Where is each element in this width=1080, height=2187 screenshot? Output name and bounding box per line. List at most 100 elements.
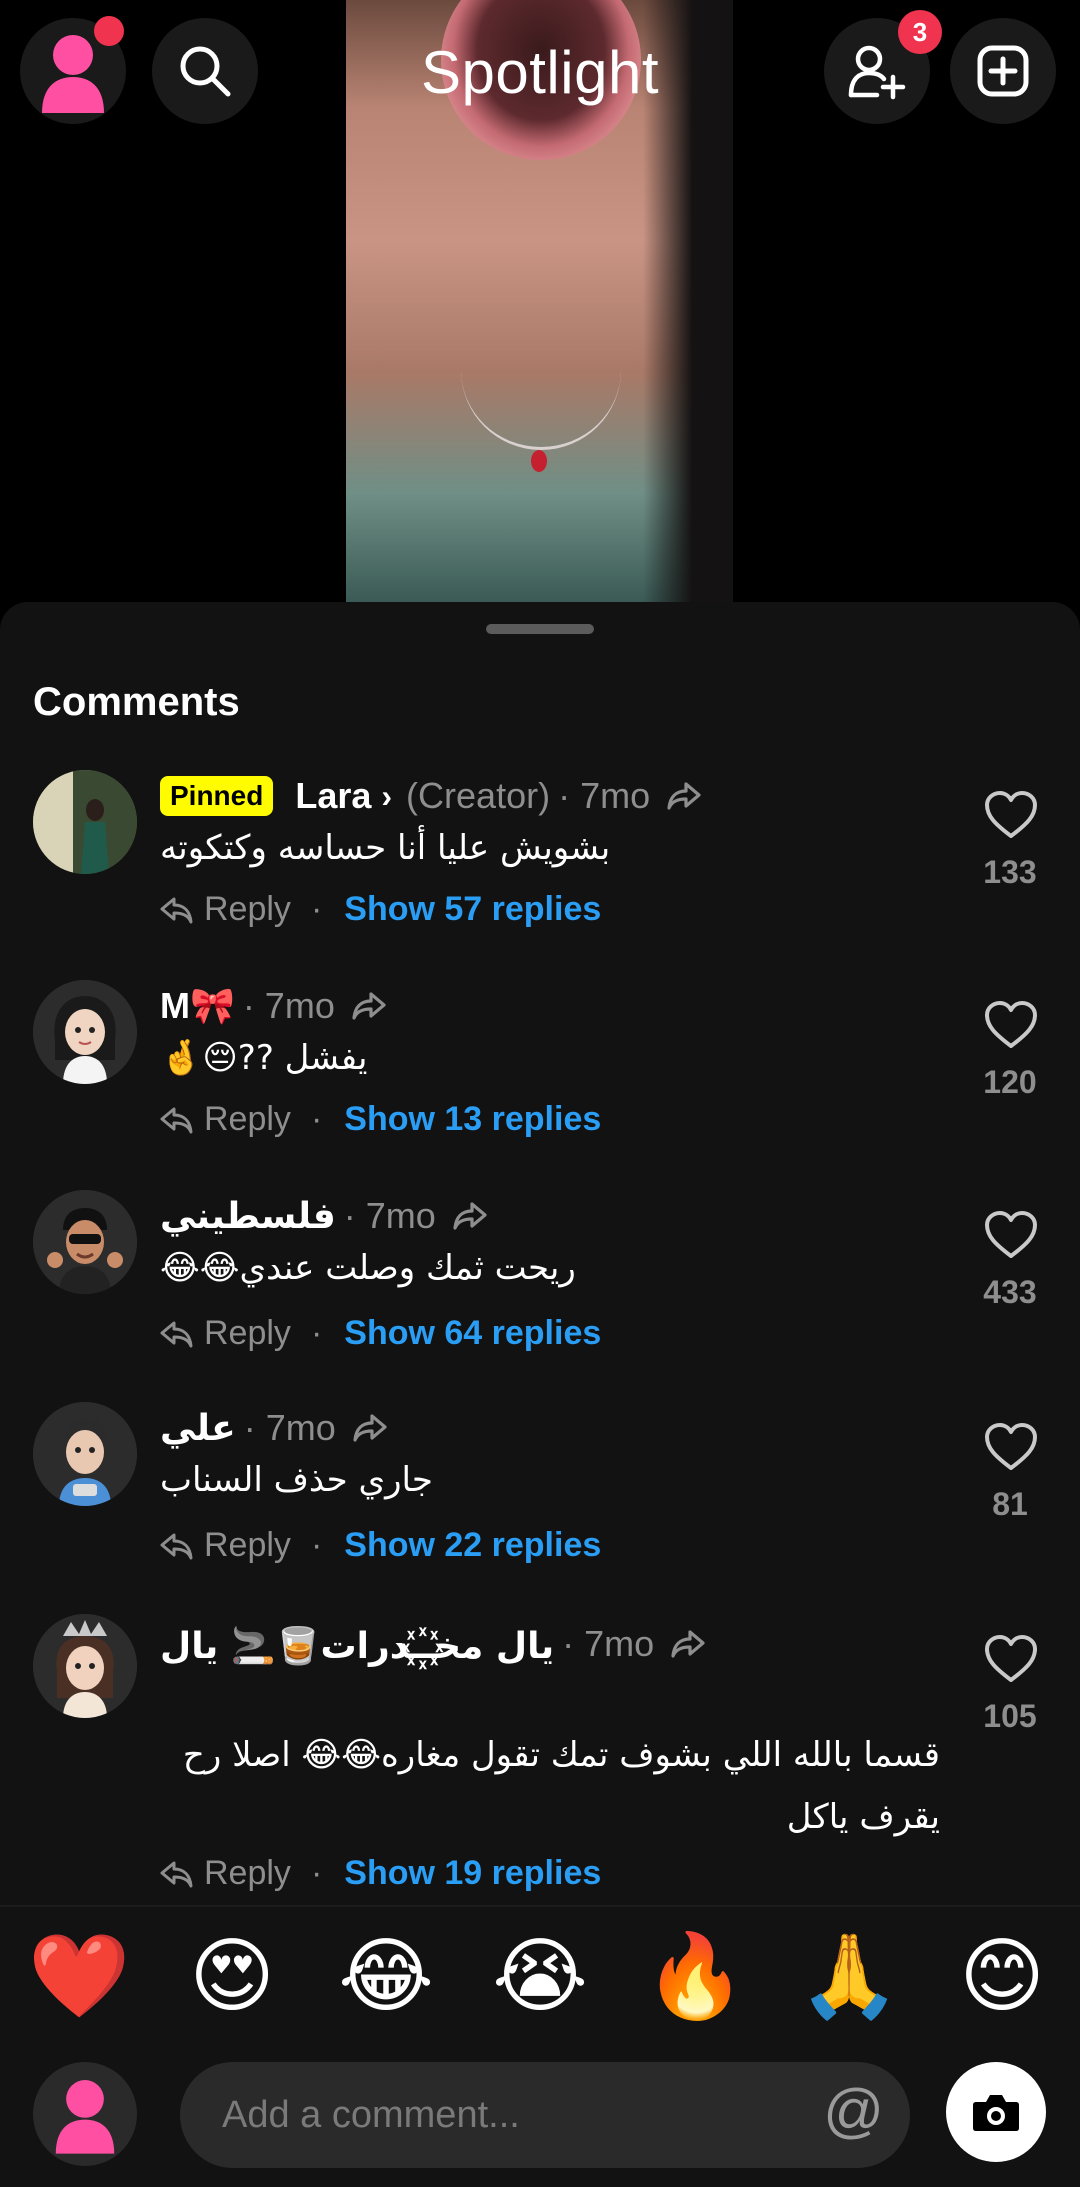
show-replies-link[interactable]: Show 22 replies [344, 1526, 601, 1565]
commenter-avatar[interactable] [33, 1190, 137, 1294]
composer-panel: ❤️ 😍 😂 😭 🔥 🙏 😊 @ [0, 1905, 1080, 2187]
separator-dot: · [310, 1314, 323, 1352]
like-button[interactable] [980, 790, 1042, 845]
comment-age: · 7mo [242, 985, 335, 1026]
commenter-avatar[interactable] [33, 770, 137, 874]
comment-actions: Reply · Show 22 replies [160, 1526, 601, 1565]
reaction-laughing[interactable]: 😂 [336, 1927, 436, 2027]
quick-reactions: ❤️ 😍 😂 😭 🔥 🙏 😊 [0, 1927, 1080, 2037]
comment-header: علي · 7mo [160, 1402, 388, 1454]
reaction-fire[interactable]: 🔥 [644, 1927, 746, 2027]
reply-label: Reply [204, 1314, 291, 1352]
separator-dot: · [310, 890, 323, 928]
reply-label: Reply [204, 1854, 291, 1892]
comment-header: يال مخـ꙰ـدرات🥃🚬 يال · 7mo [160, 1614, 706, 1674]
reply-icon [160, 897, 193, 923]
separator-dot: · [310, 1526, 323, 1564]
show-replies-link[interactable]: Show 19 replies [344, 1854, 601, 1893]
bitmoji-avatar-icon [33, 1614, 137, 1718]
comment-header: Pinned Lara › (Creator) · 7mo [160, 770, 702, 822]
reply-button[interactable]: Reply [160, 1100, 291, 1139]
comment-input[interactable] [222, 2062, 782, 2168]
share-icon[interactable] [670, 1629, 706, 1659]
heart-icon [985, 1001, 1037, 1048]
profile-avatar-icon [55, 2080, 115, 2154]
bitmoji-avatar-icon [33, 1190, 137, 1294]
comment-item: علي · 7mo جاري حذف السناب Reply · Show 2… [0, 1402, 1080, 1612]
camera-icon [973, 2095, 1019, 2131]
comment-text: بشويش عليا أنا حساسه وكتكوته [160, 828, 611, 868]
commenter-avatar[interactable] [33, 980, 137, 1084]
reply-button[interactable]: Reply [160, 1314, 291, 1353]
mention-icon[interactable]: @ [823, 2076, 884, 2146]
like-count: 105 [983, 1698, 1037, 1734]
photo-avatar-icon [33, 770, 137, 874]
like-count: 81 [992, 1486, 1028, 1522]
reply-button[interactable]: Reply [160, 1854, 291, 1893]
camera-button[interactable] [946, 2062, 1046, 2162]
comment-username[interactable]: علي [160, 1407, 236, 1449]
create-button[interactable] [950, 18, 1056, 124]
video-frame-detail [461, 330, 621, 450]
reaction-pray[interactable]: 🙏 [798, 1927, 900, 2027]
friend-requests-badge: 3 [898, 10, 942, 54]
comment-item: Pinned Lara › (Creator) · 7mo بشويش عليا… [0, 770, 1080, 970]
share-icon[interactable] [352, 1413, 388, 1443]
share-icon[interactable] [452, 1201, 488, 1231]
separator-dot: · [310, 1854, 323, 1892]
show-replies-link[interactable]: Show 64 replies [344, 1314, 601, 1353]
sheet-drag-handle[interactable] [486, 624, 594, 634]
my-avatar[interactable] [33, 2062, 137, 2166]
comment-actions: Reply · Show 19 replies [160, 1854, 601, 1893]
commenter-avatar[interactable] [33, 1614, 137, 1718]
comment-username[interactable]: فلسطيني [160, 1195, 336, 1237]
comment-username[interactable]: يال مخـ꙰ـدرات🥃🚬 يال [160, 1620, 554, 1669]
reply-icon [160, 1107, 193, 1133]
comments-title: Comments [33, 680, 240, 724]
show-replies-link[interactable]: Show 13 replies [344, 1100, 601, 1139]
comment-age: · 7mo [343, 1195, 436, 1236]
like-count: 133 [983, 854, 1037, 890]
reply-label: Reply [204, 1100, 291, 1138]
comment-text: ريحت ثمك وصلت عندي😂😂 [160, 1248, 576, 1288]
chevron-right-icon: › [381, 777, 393, 814]
bitmoji-avatar-icon [33, 1402, 137, 1506]
reaction-crying[interactable]: 😭 [490, 1927, 590, 2027]
comment-item: يال مخـ꙰ـدرات🥃🚬 يال · 7mo قسما بالله الل… [0, 1614, 1080, 1904]
like-button[interactable] [980, 1634, 1042, 1689]
comment-username[interactable]: Lara [295, 775, 371, 817]
heart-icon [985, 1423, 1037, 1470]
plus-square-icon [977, 45, 1029, 97]
reply-icon [160, 1321, 193, 1347]
reply-button[interactable]: Reply [160, 890, 291, 929]
like-button[interactable] [980, 1000, 1042, 1055]
like-button[interactable] [980, 1210, 1042, 1265]
comment-item: فلسطيني · 7mo ريحت ثمك وصلت عندي😂😂 Reply… [0, 1190, 1080, 1400]
comment-text: يفشل ??😔🤞 [160, 1038, 368, 1078]
heart-icon [985, 1211, 1037, 1258]
comment-text: قسما بالله اللي بشوف تمك تقول مغاره😂😂 اص… [182, 1735, 940, 1837]
reaction-heart[interactable]: ❤️ [28, 1927, 130, 2027]
like-count: 120 [983, 1064, 1037, 1100]
heart-icon [985, 1635, 1037, 1682]
reply-button[interactable]: Reply [160, 1526, 291, 1565]
comment-header: M🎀 · 7mo [160, 980, 387, 1032]
comment-age: · 7mo [562, 1623, 655, 1664]
share-icon[interactable] [351, 991, 387, 1021]
comment-age: · 7mo [243, 1407, 336, 1448]
heart-icon [985, 791, 1037, 838]
commenter-avatar[interactable] [33, 1402, 137, 1506]
reaction-smile[interactable]: 😊 [952, 1927, 1052, 2027]
creator-label: (Creator) [406, 775, 551, 816]
show-replies-link[interactable]: Show 57 replies [344, 890, 601, 929]
reply-label: Reply [204, 1526, 291, 1564]
bitmoji-avatar-icon [33, 980, 137, 1084]
reply-icon [160, 1533, 193, 1559]
like-button[interactable] [980, 1422, 1042, 1477]
comment-username[interactable]: M🎀 [160, 985, 235, 1027]
reaction-heart-eyes[interactable]: 😍 [182, 1927, 282, 2027]
comment-composer: @ [180, 2062, 910, 2168]
share-icon[interactable] [666, 781, 702, 811]
pinned-badge: Pinned [160, 776, 274, 816]
video-frame-detail [531, 450, 547, 472]
